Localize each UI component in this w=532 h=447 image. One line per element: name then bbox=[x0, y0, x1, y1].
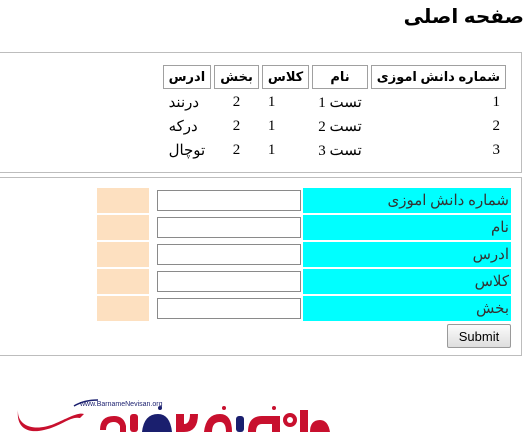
students-table: شماره دانش اموزی نام کلاس بخش ادرس 1 تست… bbox=[160, 62, 509, 164]
cell-id: 2 bbox=[492, 118, 501, 134]
form-row-address: ادرس bbox=[97, 242, 511, 267]
form-row-spacer bbox=[97, 188, 149, 213]
table-row: 1 تست 1 1 2 درنند bbox=[163, 92, 506, 113]
form-row-spacer bbox=[97, 215, 149, 240]
address-input[interactable] bbox=[157, 244, 301, 265]
form-row-class: کلاس bbox=[97, 269, 511, 294]
column-header-name: نام bbox=[312, 65, 368, 89]
cell-name: تست 2 bbox=[318, 119, 362, 135]
cell-class: 1 bbox=[267, 142, 276, 158]
column-header-class: کلاس bbox=[261, 65, 310, 89]
cell-address: درنند bbox=[168, 95, 200, 111]
student-form-panel: شماره دانش اموزی نام ادرس کلاس بخش Submi… bbox=[0, 177, 522, 356]
students-list-panel: شماره دانش اموزی نام کلاس بخش ادرس 1 تست… bbox=[0, 52, 522, 173]
cell-class: 1 bbox=[267, 94, 276, 110]
table-header-row: شماره دانش اموزی نام کلاس بخش ادرس bbox=[162, 65, 506, 89]
column-header-section: بخش bbox=[214, 65, 259, 89]
logo-brand-text bbox=[100, 406, 330, 432]
student-form: شماره دانش اموزی نام ادرس کلاس بخش bbox=[97, 186, 511, 323]
cell-section: 2 bbox=[232, 118, 241, 134]
cell-name: تست 1 bbox=[318, 95, 362, 111]
logo-url-text: www.BarnameNevisan.org bbox=[79, 401, 163, 408]
section-input[interactable] bbox=[157, 298, 301, 319]
form-row-spacer bbox=[97, 296, 149, 321]
form-row-spacer bbox=[97, 242, 149, 267]
cell-section: 2 bbox=[232, 142, 241, 158]
section-label: بخش bbox=[303, 296, 511, 321]
name-input[interactable] bbox=[157, 217, 301, 238]
address-label: ادرس bbox=[303, 242, 511, 267]
table-row: 3 تست 3 1 2 توچال bbox=[163, 140, 506, 161]
submit-button[interactable]: Submit bbox=[447, 324, 511, 348]
barnamenevisan-logo: www.BarnameNevisan.org bbox=[17, 399, 330, 432]
class-input[interactable] bbox=[157, 271, 301, 292]
cell-id: 1 bbox=[492, 94, 501, 110]
student-id-input[interactable] bbox=[157, 190, 301, 211]
cell-name: تست 3 bbox=[318, 143, 362, 159]
cell-class: 1 bbox=[267, 118, 276, 134]
form-row-section: بخش bbox=[97, 296, 511, 321]
column-header-address: ادرس bbox=[162, 65, 212, 89]
form-row-student-id: شماره دانش اموزی bbox=[97, 188, 511, 213]
cell-id: 3 bbox=[492, 142, 501, 158]
cell-address: توچال bbox=[168, 143, 206, 159]
name-label: نام bbox=[303, 215, 511, 240]
class-label: کلاس bbox=[303, 269, 511, 294]
cell-address: درکه bbox=[168, 119, 198, 135]
form-row-name: نام bbox=[97, 215, 511, 240]
cell-section: 2 bbox=[232, 94, 241, 110]
student-id-label: شماره دانش اموزی bbox=[303, 188, 511, 213]
form-row-spacer bbox=[97, 269, 149, 294]
column-header-id: شماره دانش اموزی bbox=[370, 65, 506, 89]
table-row: 2 تست 2 1 2 درکه bbox=[163, 116, 506, 137]
page-title: صفحه اصلی bbox=[403, 6, 524, 28]
